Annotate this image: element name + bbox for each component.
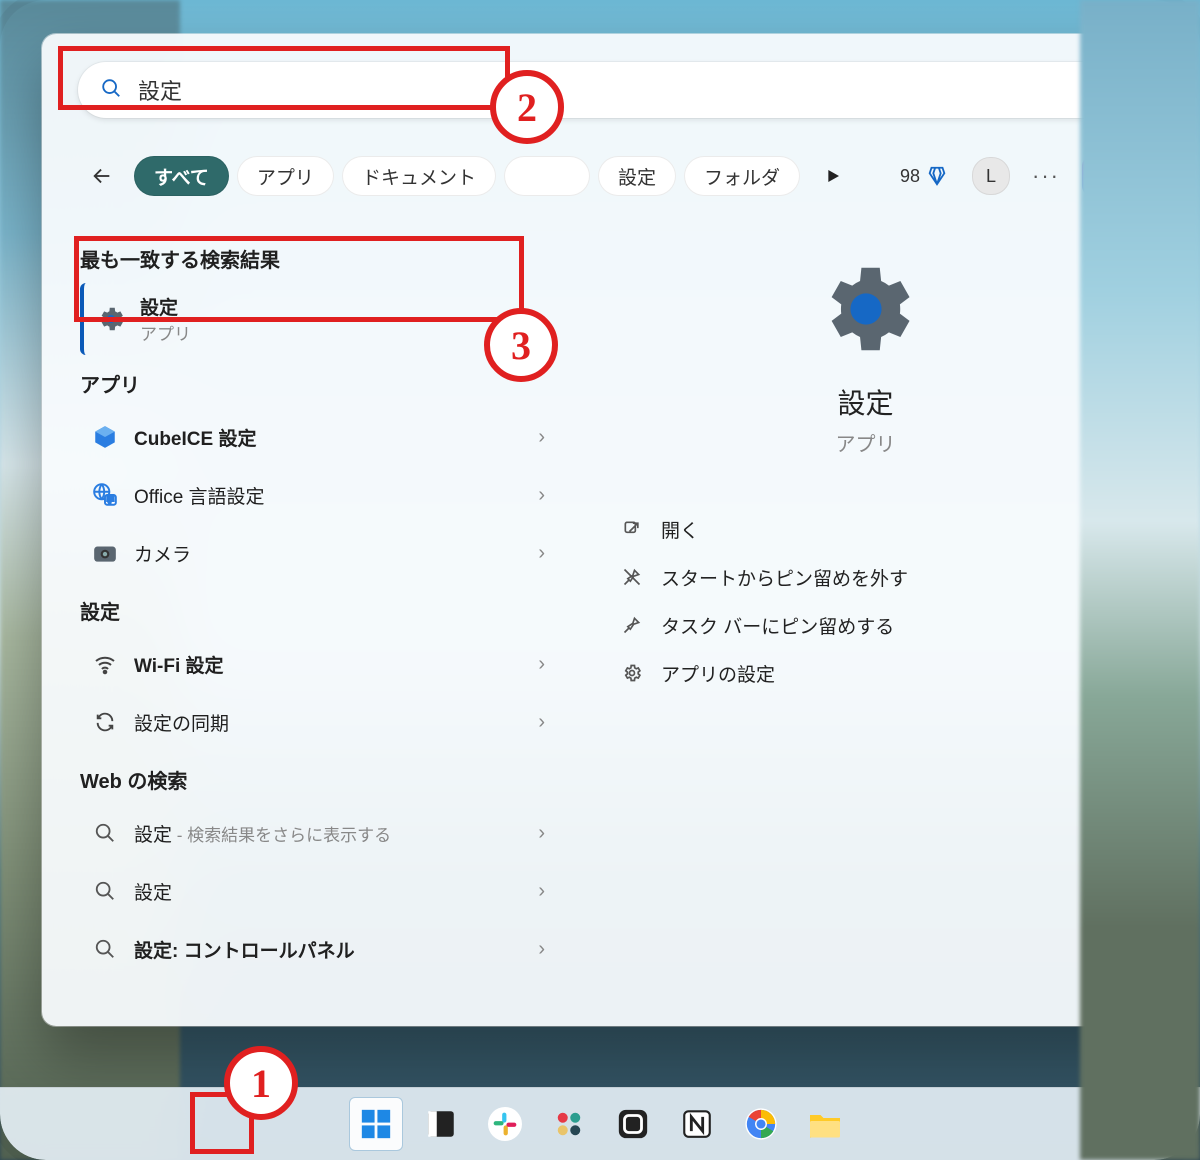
start-search-panel: すべて アプリ ドキュメント 設定 フォルダ 98 L ··· 最も一致する検索…	[42, 34, 1158, 1026]
chevron-right-icon: ›	[538, 711, 545, 734]
rewards-count: 98	[900, 166, 920, 187]
annotation-1: 1	[224, 1046, 298, 1120]
chevron-right-icon: ›	[538, 653, 545, 676]
search-icon	[90, 934, 120, 964]
filter-docs[interactable]: ドキュメント	[342, 156, 496, 196]
pin-icon	[621, 614, 643, 636]
back-button[interactable]	[78, 156, 126, 196]
taskbar-explorer-icon[interactable]	[799, 1098, 851, 1150]
gear-icon	[621, 662, 643, 684]
action-label: 開く	[661, 516, 699, 543]
cubeice-icon	[90, 422, 120, 452]
start-button[interactable]	[349, 1097, 403, 1151]
preview-column: 設定 アプリ 開く スタートからピン留めを外す	[573, 214, 1158, 1026]
search-input[interactable]	[136, 76, 1100, 104]
action-pin-taskbar[interactable]: タスク バーにピン留めする	[621, 601, 1134, 649]
search-icon	[100, 77, 122, 104]
chevron-right-icon: ›	[538, 938, 545, 961]
action-unpin-start[interactable]: スタートからピン留めを外す	[621, 553, 1134, 601]
result-web-plain[interactable]: 設定 ›	[80, 862, 555, 920]
result-office-lang[interactable]: 字 Office 言語設定 ›	[80, 466, 555, 524]
search-bar[interactable]	[78, 62, 1122, 118]
result-web-more[interactable]: 設定 - 検索結果をさらに表示する ›	[80, 804, 555, 862]
action-open[interactable]: 開く	[621, 505, 1134, 553]
chevron-right-icon: ›	[538, 542, 545, 565]
filter-forward[interactable]	[816, 159, 850, 193]
section-apps: アプリ	[80, 369, 555, 398]
taskbar-app-3[interactable]	[543, 1098, 595, 1150]
gear-icon	[96, 304, 126, 334]
chevron-right-icon: ›	[538, 822, 545, 845]
section-web: Web の検索	[80, 765, 555, 794]
globe-lang-icon: 字	[90, 480, 120, 510]
svg-text:字: 字	[107, 495, 115, 505]
list-label: Wi-Fi 設定	[134, 651, 524, 678]
open-icon	[621, 518, 643, 540]
annotation-3: 3	[484, 308, 558, 382]
section-best-match: 最も一致する検索結果	[80, 244, 555, 273]
more-button[interactable]: ···	[1032, 163, 1060, 189]
user-avatar[interactable]: L	[972, 157, 1010, 195]
copilot-icon[interactable]	[1082, 156, 1122, 196]
result-camera[interactable]: カメラ ›	[80, 524, 555, 582]
preview-title: 設定	[837, 382, 893, 422]
filter-row: すべて アプリ ドキュメント 設定 フォルダ 98 L ···	[78, 148, 1122, 204]
sync-icon	[90, 707, 120, 737]
taskbar-app-1[interactable]	[415, 1098, 467, 1150]
chevron-right-icon: ›	[538, 426, 545, 449]
result-web-cpl[interactable]: 設定: コントロールパネル ›	[80, 920, 555, 978]
list-label: Office 言語設定	[134, 482, 524, 509]
search-icon	[90, 818, 120, 848]
taskbar-app-4[interactable]	[607, 1098, 659, 1150]
result-wifi[interactable]: Wi-Fi 設定 ›	[80, 635, 555, 693]
taskbar-notion-icon[interactable]	[671, 1098, 723, 1150]
filter-apps[interactable]: アプリ	[237, 156, 334, 196]
list-label: 設定: コントロールパネル	[134, 936, 524, 963]
action-label: スタートからピン留めを外す	[661, 564, 908, 591]
taskbar	[0, 1087, 1200, 1160]
list-label: 設定の同期	[134, 709, 524, 736]
result-title: 設定	[140, 293, 191, 320]
taskbar-slack-icon[interactable]	[479, 1098, 531, 1150]
rewards-badge[interactable]: 98	[900, 165, 948, 187]
filter-folders[interactable]: フォルダ	[684, 156, 800, 196]
filter-all[interactable]: すべて	[134, 156, 229, 196]
result-sync[interactable]: 設定の同期 ›	[80, 693, 555, 751]
action-app-settings[interactable]: アプリの設定	[621, 649, 1134, 697]
taskbar-chrome-icon[interactable]	[735, 1098, 787, 1150]
list-label: CubeICE 設定	[134, 424, 524, 451]
chevron-right-icon: ›	[538, 484, 545, 507]
section-settings: 設定	[80, 596, 555, 625]
filter-hidden[interactable]	[504, 156, 590, 196]
gear-icon	[811, 254, 921, 364]
chevron-right-icon: ›	[538, 880, 545, 903]
unpin-icon	[621, 566, 643, 588]
result-subtitle: アプリ	[140, 320, 191, 345]
list-label: 設定	[134, 878, 524, 905]
action-label: タスク バーにピン留めする	[661, 612, 894, 639]
list-label: カメラ	[134, 540, 524, 567]
wifi-icon	[90, 649, 120, 679]
search-icon	[90, 876, 120, 906]
filter-settings[interactable]: 設定	[598, 156, 676, 196]
preview-subtitle: アプリ	[836, 428, 896, 457]
action-label: アプリの設定	[661, 660, 775, 687]
camera-icon	[90, 538, 120, 568]
annotation-2: 2	[490, 70, 564, 144]
result-cubeice[interactable]: CubeICE 設定 ›	[80, 408, 555, 466]
list-label: 設定 - 検索結果をさらに表示する	[134, 820, 524, 847]
